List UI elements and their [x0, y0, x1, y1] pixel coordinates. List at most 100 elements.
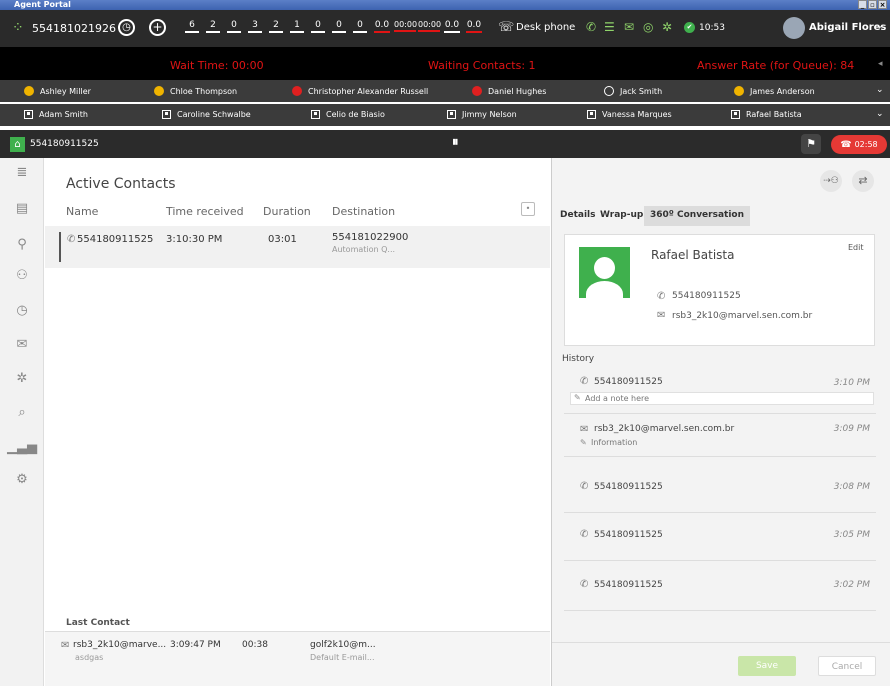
avatar[interactable] [783, 17, 805, 39]
away-status-icon [154, 86, 164, 96]
agent-name: Celio de Biasio [326, 110, 385, 119]
swap-button[interactable]: ⇄ [852, 170, 874, 192]
agent-chip[interactable]: Adam Smith [24, 110, 88, 119]
clock-time: 10:53 [699, 23, 725, 33]
column-header-duration[interactable]: Duration [263, 205, 311, 218]
sidebar-item-history[interactable]: ◷ [0, 296, 44, 326]
chat-channel-icon[interactable]: ☰ [604, 20, 615, 34]
transfer-flag-icon[interactable]: ⚑ [801, 134, 821, 154]
tab-360-conversation[interactable]: 360º Conversation [644, 206, 751, 226]
phone-mode[interactable]: Desk phone [516, 22, 575, 33]
history-item[interactable]: ✆ 554180911525 3:10 PM ✎ Add a note here [564, 370, 876, 408]
stat-value: 1 [294, 20, 300, 30]
sidebar-item-directory[interactable]: ▤ [0, 194, 44, 224]
contact-name: Rafael Batista [651, 248, 735, 262]
email-channel-icon[interactable]: ✉ [624, 20, 634, 34]
sidebar-item-settings[interactable]: ⚙ [0, 465, 44, 495]
chevron-down-icon[interactable]: ⌄ [876, 85, 884, 95]
agent-chip[interactable]: Vanessa Marques [587, 110, 672, 119]
home-icon[interactable]: ⌂ [10, 137, 25, 152]
history-item[interactable]: ✆ 554180911525 3:05 PM [564, 513, 876, 561]
contact-time: 3:10:30 PM [166, 234, 223, 245]
column-header-time[interactable]: Time received [166, 205, 244, 218]
stat-value: 0.0 [444, 20, 460, 30]
last-contact-duration: 00:38 [242, 640, 268, 650]
add-icon[interactable]: + [149, 19, 166, 36]
history-title: History [562, 354, 595, 364]
pause-icon[interactable]: ⏸ [452, 135, 459, 150]
row-selected-indicator [59, 232, 61, 262]
agent-chip[interactable]: Chloe Thompson [154, 86, 237, 96]
phone-icon: ✆ [67, 234, 76, 245]
contact-card-icon [311, 110, 320, 119]
edit-button[interactable]: Edit [848, 243, 864, 252]
table-row[interactable]: ✆ 554180911525 3:10:30 PM 03:01 55418102… [45, 226, 550, 268]
agent-chip[interactable]: James Anderson [734, 86, 815, 96]
history-item[interactable]: ✉ rsb3_2k10@marvel.sen.com.br 3:09 PM ✎ … [564, 413, 876, 457]
note-input[interactable]: ✎ Add a note here [570, 392, 874, 405]
stat-value: 0.0 [466, 20, 482, 30]
stat-value: 6 [189, 20, 195, 30]
restore-button[interactable]: ▫ [868, 0, 877, 9]
last-contact-row[interactable]: ✉ rsb3_2k10@marve... asdgas 3:09:47 PM 0… [45, 631, 550, 686]
hangup-button[interactable]: ☎ 02:58 [831, 135, 887, 154]
voice-channel-icon[interactable]: ✆ [586, 20, 596, 34]
call-number: 554180911525 [30, 139, 99, 149]
tab-wrap-up[interactable]: Wrap-up [594, 206, 649, 226]
agent-id: 554181021926 [32, 22, 116, 35]
social-channel-icon[interactable]: ✲ [662, 20, 672, 34]
whatsapp-channel-icon[interactable]: ◎ [643, 20, 653, 34]
social-icon: ✲ [16, 371, 28, 386]
save-button[interactable]: Save [738, 656, 796, 676]
queue-banner: Wait Time: 00:00 Waiting Contacts: 1 Ans… [0, 47, 890, 80]
sidebar-item-search[interactable]: ⌕ [0, 398, 44, 428]
sidebar-item-groups[interactable]: ⚇ [0, 261, 44, 291]
sidebar-item-contacts-list[interactable]: ≣ [0, 158, 44, 188]
history-time: 3:05 PM [833, 530, 870, 540]
column-header-name[interactable]: Name [66, 205, 98, 218]
contact-destination-sub: Automation Q... [332, 245, 396, 254]
window-title: Agent Portal [14, 0, 71, 9]
agent-chip[interactable]: Caroline Schwalbe [162, 110, 251, 119]
history-item[interactable]: ✆ 554180911525 3:02 PM [564, 561, 876, 611]
agent-chip[interactable]: Jimmy Nelson [447, 110, 517, 119]
chevron-down-icon[interactable]: ⌄ [876, 21, 884, 31]
contact-details-panel: ⇢⚇ ⇄ Details Wrap-up 360º Conversation R… [551, 158, 890, 686]
agent-chip[interactable]: Rafael Batista [731, 110, 802, 119]
add-column-button[interactable]: • [521, 202, 535, 216]
contact-name: 554180911525 [77, 234, 154, 245]
sidebar-item-reports[interactable]: ▁▃▅ [0, 433, 44, 463]
sidebar-item-messages[interactable]: ✉ [0, 330, 44, 360]
agent-chip[interactable]: Christopher Alexander Russell [292, 86, 428, 96]
phone-icon: ✆ [657, 291, 666, 302]
close-button[interactable]: × [878, 0, 887, 9]
offline-status-icon [604, 86, 614, 96]
agent-name: Rafael Batista [746, 110, 802, 119]
column-header-destination[interactable]: Destination [332, 205, 395, 218]
desk-phone-icon[interactable]: ☏ [498, 20, 514, 35]
answer-rate: Answer Rate (for Queue): 84 [697, 59, 855, 72]
history-label: rsb3_2k10@marvel.sen.com.br [594, 424, 735, 434]
transfer-user-button[interactable]: ⇢⚇ [820, 170, 842, 192]
agent-chip[interactable]: Celio de Biasio [311, 110, 385, 119]
cancel-button[interactable]: Cancel [818, 656, 876, 676]
agent-chip[interactable]: Jack Smith [604, 86, 662, 96]
sidebar-item-social[interactable]: ✲ [0, 364, 44, 394]
stat-value: 0 [231, 20, 237, 30]
mail-icon: ✉ [16, 337, 28, 352]
history-item[interactable]: ✆ 554180911525 3:08 PM [564, 457, 876, 513]
search-icon: ⌕ [18, 405, 26, 420]
agent-chip[interactable]: Ashley Miller [24, 86, 91, 96]
status-clock-icon[interactable]: ◷ [118, 19, 135, 36]
minimize-button[interactable]: _ [858, 0, 867, 9]
agent-chip[interactable]: Daniel Hughes [472, 86, 546, 96]
sidebar-item-users[interactable]: ⚲ [0, 230, 44, 260]
email-icon: ✉ [61, 640, 70, 651]
chevron-down-icon[interactable]: ⌄ [876, 109, 884, 119]
history-sub: Information [591, 438, 638, 447]
user-name[interactable]: Abigail Flores [809, 22, 886, 33]
available-status-icon[interactable]: ✔ [684, 22, 695, 33]
agents-row-2: Adam Smith Caroline Schwalbe Celio de Bi… [0, 104, 890, 126]
contact-card: Rafael Batista Edit ✆ 554180911525 ✉ rsb… [564, 234, 875, 346]
collapse-arrow-icon[interactable]: ◂ [878, 59, 883, 69]
